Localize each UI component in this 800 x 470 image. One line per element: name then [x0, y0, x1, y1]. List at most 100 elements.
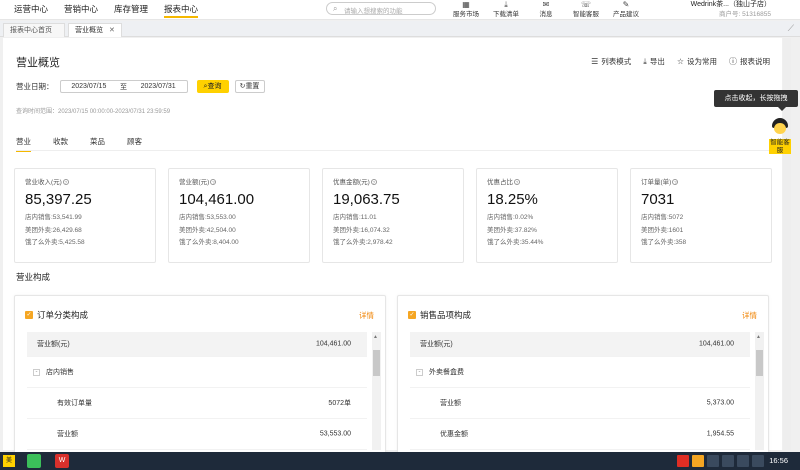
start-date[interactable]: 2023/07/15	[71, 83, 106, 90]
collapse-icon[interactable]: -	[416, 368, 423, 376]
report-help-button[interactable]: ⓘ 报表说明	[729, 56, 770, 67]
date-label: 营业日期：	[16, 82, 54, 91]
help-icon[interactable]: ?	[370, 179, 377, 185]
row-value: 5,373.00	[706, 399, 734, 407]
list-icon: ☰	[591, 57, 599, 66]
smart-support-widget[interactable]: 智能客服	[769, 118, 791, 154]
divider	[16, 150, 770, 151]
panel-title: 销售品项构成	[420, 310, 472, 320]
kpi-label-text: 订单量(单)	[641, 179, 672, 186]
detail-link[interactable]: 详情	[359, 310, 374, 321]
kpi-label: 营业收入(元)?	[25, 178, 145, 187]
panel-table: 营业额(元) 104,461.00 - 外卖餐盒费 营业额 5,373.00 优惠金额…	[410, 332, 750, 450]
panel-header: ✓ 销售品项构成	[408, 309, 471, 321]
system-tray	[677, 455, 764, 467]
user-account[interactable]: Wedrink茶...（独山子店） 商户号: 51316855	[691, 0, 771, 19]
kpi-detail: 饿了么外卖:35.44%	[487, 239, 544, 246]
menu-inventory[interactable]: 库存管理	[106, 3, 156, 15]
end-date[interactable]: 2023/07/31	[141, 83, 176, 90]
reset-button[interactable]: ↻重置	[234, 80, 265, 93]
kpi-card-discount-ratio: 优惠占比? 18.25% 店内销售:0.02% 美团外卖:37.82% 饿了么外…	[476, 168, 618, 263]
volume-icon[interactable]	[737, 455, 749, 467]
set-favorite-button[interactable]: ☆ 设为常用	[677, 56, 717, 67]
action-label: 设为常用	[687, 57, 717, 66]
tab-business[interactable]: 营业	[16, 136, 31, 152]
export-button[interactable]: ⤓ 导出	[643, 56, 665, 67]
tab-payments[interactable]: 收款	[53, 136, 68, 151]
pin-icon[interactable]: ⟋	[788, 23, 794, 34]
table-row: 有效订单量 5072单	[27, 388, 367, 419]
help-icon[interactable]: ?	[62, 179, 69, 185]
table-row-group[interactable]: - 外卖餐盒费	[410, 357, 750, 388]
list-mode-button[interactable]: ☰ 列表模式	[591, 56, 631, 67]
page-title: 营业概览	[16, 57, 60, 69]
user-name: Wedrink茶...（独山子店）	[690, 1, 771, 8]
help-icon[interactable]: ?	[514, 179, 520, 185]
top-navigation: 运营中心 营销中心 库存管理 报表中心 ⌕ 请输入想搜索的功能 ▦ 服务市场 ⤓…	[0, 0, 800, 20]
network-icon[interactable]	[752, 455, 764, 467]
feedback-icon: ✎	[622, 0, 630, 9]
message-icon: ✉	[542, 0, 550, 9]
row-key: - 外卖餐盒费	[416, 367, 464, 377]
table-row: 营业额 5,373.00	[410, 388, 750, 419]
help-icon[interactable]: ?	[672, 179, 679, 185]
kpi-detail: 美团外卖:1601	[641, 226, 684, 234]
tab-customers[interactable]: 顾客	[127, 136, 142, 151]
row-key: 有效订单量	[57, 400, 92, 407]
smart-support-button[interactable]: ☏ 智能客服	[566, 0, 606, 19]
kpi-detail: 店内销售:11.01	[333, 214, 377, 221]
product-feedback-button[interactable]: ✎ 产品建议	[606, 0, 646, 19]
start-button[interactable]: 美	[3, 455, 15, 467]
action-label: 导出	[649, 57, 665, 66]
search-placeholder: 请输入想搜索的功能	[344, 8, 403, 15]
scroll-thumb[interactable]	[756, 350, 763, 376]
kpi-label: 优惠占比?	[487, 178, 607, 187]
panel-scrollbar[interactable]: ▲	[372, 332, 381, 450]
scroll-thumb[interactable]	[373, 350, 380, 376]
tab-dishes[interactable]: 菜品	[90, 136, 105, 151]
kpi-card-discount: 优惠金额(元)? 19,063.75 店内销售:11.01 美团外卖:16,07…	[322, 168, 464, 263]
date-range-picker[interactable]: 2023/07/15 至 2023/07/31	[59, 80, 188, 93]
panel-table: 营业额(元) 104,461.00 - 店内销售 有效订单量 5072单 营业额 53,…	[27, 332, 367, 450]
query-button[interactable]: ⌕查询	[196, 80, 229, 93]
table-row-group[interactable]: - 店内销售	[27, 357, 367, 388]
date-filter: 营业日期： 2023/07/15 至 2023/07/31 ⌕查询 ↻重置	[16, 80, 265, 93]
table-row: 优惠金额 1,954.55	[410, 419, 750, 450]
tab-business-overview[interactable]: 营业概览 ✕	[68, 23, 122, 37]
kpi-value: 85,397.25	[25, 191, 92, 208]
tab-report-home[interactable]: 报表中心首页	[3, 23, 65, 37]
kpi-label: 营业额(元)?	[179, 178, 299, 187]
service-market-button[interactable]: ▦ 服务市场	[446, 0, 486, 19]
messages-button[interactable]: ✉ 消息	[526, 0, 566, 19]
page-tabs: 报表中心首页 营业概览 ✕ ⟋	[0, 21, 800, 37]
scroll-up-icon[interactable]: ▲	[756, 334, 761, 340]
kpi-label: 订单量(单)?	[641, 178, 761, 187]
tray-app-icon[interactable]	[677, 455, 689, 467]
kpi-value: 18.25%	[487, 191, 538, 208]
menu-marketing-center[interactable]: 营销中心	[56, 3, 106, 15]
panel-scrollbar[interactable]: ▲	[755, 332, 764, 450]
toolbar: ▦ 服务市场 ⤓ 下载清单 ✉ 消息 ☏ 智能客服 ✎ 产品建议	[446, 0, 646, 19]
date-separator: 至	[119, 83, 127, 91]
function-search-input[interactable]: ⌕ 请输入想搜索的功能	[326, 2, 436, 15]
tool-label: 下载清单	[493, 11, 519, 18]
close-icon[interactable]: ✕	[109, 27, 115, 34]
kpi-detail: 店内销售:53,541.99	[25, 214, 82, 221]
tray-app-icon[interactable]	[692, 455, 704, 467]
star-icon: ☆	[676, 57, 684, 66]
query-label: 查询	[207, 83, 222, 90]
menu-report-center[interactable]: 报表中心	[156, 3, 206, 18]
download-list-button[interactable]: ⤓ 下载清单	[486, 0, 526, 19]
scroll-up-icon[interactable]: ▲	[373, 334, 378, 340]
kpi-label-text: 优惠金额(元)	[333, 179, 370, 186]
collapse-icon[interactable]: -	[33, 368, 40, 376]
detail-link[interactable]: 详情	[742, 310, 757, 321]
help-icon[interactable]: ?	[210, 179, 217, 185]
table-row: 营业额 53,553.00	[27, 419, 367, 450]
helper-tooltip: 点击收起，长按拖拽	[714, 90, 798, 111]
tray-app-icon[interactable]	[722, 455, 734, 467]
menu-ops-center[interactable]: 运营中心	[6, 3, 56, 15]
tray-app-icon[interactable]	[707, 455, 719, 467]
browser-app-icon[interactable]	[27, 454, 41, 468]
wps-app-icon[interactable]: W	[55, 454, 69, 468]
